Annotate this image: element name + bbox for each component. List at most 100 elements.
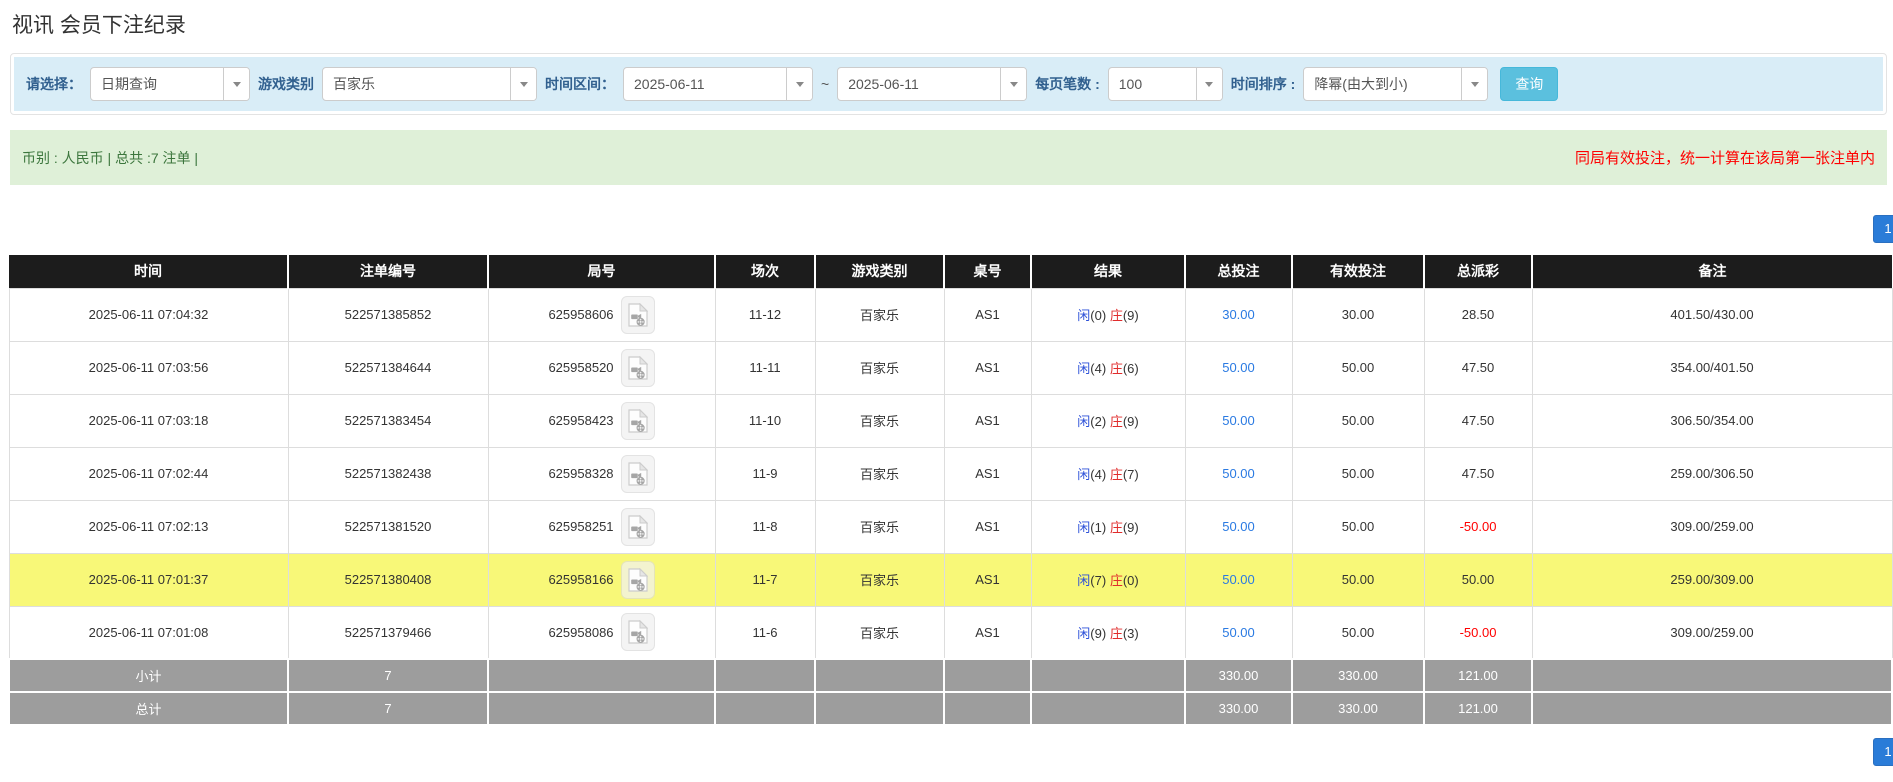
video-replay-button[interactable] bbox=[621, 613, 655, 651]
table-row: 2025-06-11 07:02:13522571381520625958251… bbox=[9, 500, 1892, 553]
cell-result: 闲(0) 庄(9) bbox=[1031, 288, 1185, 341]
table-header-row: 时间注单编号局号场次游戏类别桌号结果总投注有效投注总派彩备注 bbox=[9, 255, 1892, 288]
video-file-icon bbox=[628, 620, 648, 644]
cell-payout: 47.50 bbox=[1424, 341, 1532, 394]
cell-bet-id: 522571384644 bbox=[288, 341, 488, 394]
game-type-label: 游戏类别 bbox=[258, 74, 314, 94]
cell-time: 2025-06-11 07:03:56 bbox=[9, 341, 288, 394]
round-number: 625958251 bbox=[548, 519, 613, 534]
result-banker-score: (7) bbox=[1123, 467, 1139, 482]
page-1-button[interactable]: 1 bbox=[1873, 215, 1893, 243]
date-separator: ~ bbox=[821, 76, 829, 92]
result-player-score: (0) bbox=[1090, 308, 1106, 323]
pagination-top: 1 bbox=[0, 215, 1893, 243]
cell-total-bet: 50.00 bbox=[1185, 606, 1292, 659]
col-header-round: 局号 bbox=[488, 255, 715, 288]
table-row: 2025-06-11 07:03:56522571384644 625958520… bbox=[9, 341, 1892, 394]
total-bet-link[interactable]: 50.00 bbox=[1222, 625, 1255, 640]
page-size-select[interactable]: 100 bbox=[1108, 67, 1223, 101]
cell-result: 闲(9) 庄(3) bbox=[1031, 606, 1185, 659]
cell-bet-id: 522571381520 bbox=[288, 500, 488, 553]
date-to-select[interactable]: 2025-06-11 bbox=[837, 67, 1027, 101]
table-row: 2025-06-11 07:01:37522571380408625958166… bbox=[9, 553, 1892, 606]
cell-time: 2025-06-11 07:04:32 bbox=[9, 288, 288, 341]
total-game-type bbox=[815, 692, 944, 725]
total-bet-link[interactable]: 50.00 bbox=[1222, 360, 1255, 375]
result-banker: 庄 bbox=[1110, 308, 1123, 323]
pagination-bottom: 1 bbox=[0, 738, 1893, 766]
result-banker-score: (9) bbox=[1123, 308, 1139, 323]
cell-game-type: 百家乐 bbox=[815, 447, 944, 500]
cell-valid-bet: 50.00 bbox=[1292, 500, 1424, 553]
subtotal-game-type bbox=[815, 659, 944, 692]
video-replay-button[interactable] bbox=[621, 402, 655, 440]
query-type-select[interactable]: 日期查询 bbox=[90, 67, 250, 101]
video-replay-button[interactable] bbox=[621, 561, 655, 599]
total-time: 总计 bbox=[9, 692, 288, 725]
cell-total-bet: 50.00 bbox=[1185, 500, 1292, 553]
filter-panel: 请选择： 日期查询 游戏类别 百家乐 时间区间： 2025-06-11 ~ 20… bbox=[10, 53, 1887, 115]
total-payout: 121.00 bbox=[1424, 692, 1532, 725]
cell-table-no: AS1 bbox=[944, 341, 1031, 394]
result-player-score: (7) bbox=[1090, 573, 1106, 588]
result-player-score: (2) bbox=[1090, 414, 1106, 429]
cell-time: 2025-06-11 07:02:44 bbox=[9, 447, 288, 500]
subtotal-result bbox=[1031, 659, 1185, 692]
total-bet-link[interactable]: 50.00 bbox=[1222, 572, 1255, 587]
col-header-remark: 备注 bbox=[1532, 255, 1892, 288]
subtotal-session bbox=[715, 659, 815, 692]
cell-table-no: AS1 bbox=[944, 394, 1031, 447]
subtotal-bet-id: 7 bbox=[288, 659, 488, 692]
round-number: 625958423 bbox=[548, 413, 613, 428]
video-file-icon bbox=[628, 462, 648, 486]
game-type-select[interactable]: 百家乐 bbox=[322, 67, 537, 101]
cell-remark: 306.50/354.00 bbox=[1532, 394, 1892, 447]
date-from-select[interactable]: 2025-06-11 bbox=[623, 67, 813, 101]
cell-game-type: 百家乐 bbox=[815, 288, 944, 341]
round-number: 625958520 bbox=[548, 360, 613, 375]
cell-table-no: AS1 bbox=[944, 606, 1031, 659]
total-bet-link[interactable]: 50.00 bbox=[1222, 466, 1255, 481]
cell-session: 11-7 bbox=[715, 553, 815, 606]
page-size-label: 每页笔数 : bbox=[1035, 74, 1100, 94]
page-1-button[interactable]: 1 bbox=[1873, 738, 1893, 766]
video-file-icon bbox=[628, 568, 648, 592]
cell-session: 11-8 bbox=[715, 500, 815, 553]
table-row: 2025-06-11 07:01:08522571379466625958086… bbox=[9, 606, 1892, 659]
cell-remark: 354.00/401.50 bbox=[1532, 341, 1892, 394]
cell-payout: -50.00 bbox=[1424, 606, 1532, 659]
video-replay-button[interactable] bbox=[621, 296, 655, 334]
subtotal-valid-bet: 330.00 bbox=[1292, 659, 1424, 692]
table-row: 2025-06-11 07:02:44522571382438625958328… bbox=[9, 447, 1892, 500]
result-player: 闲 bbox=[1077, 520, 1090, 535]
cell-valid-bet: 50.00 bbox=[1292, 553, 1424, 606]
total-bet-link[interactable]: 50.00 bbox=[1222, 519, 1255, 534]
table-row: 2025-06-11 07:03:18522571383454625958423… bbox=[9, 394, 1892, 447]
query-type-label: 请选择： bbox=[26, 74, 82, 94]
subtotal-remark bbox=[1532, 659, 1892, 692]
total-bet-link[interactable]: 30.00 bbox=[1222, 307, 1255, 322]
sort-select[interactable]: 降幂(由大到小) bbox=[1303, 67, 1488, 101]
result-banker-score: (0) bbox=[1123, 573, 1139, 588]
cell-result: 闲(2) 庄(9) bbox=[1031, 394, 1185, 447]
col-header-table-no: 桌号 bbox=[944, 255, 1031, 288]
total-remark bbox=[1532, 692, 1892, 725]
cell-result: 闲(7) 庄(0) bbox=[1031, 553, 1185, 606]
cell-valid-bet: 50.00 bbox=[1292, 341, 1424, 394]
cell-table-no: AS1 bbox=[944, 447, 1031, 500]
cell-valid-bet: 30.00 bbox=[1292, 288, 1424, 341]
video-replay-button[interactable] bbox=[621, 349, 655, 387]
video-file-icon bbox=[628, 515, 648, 539]
video-replay-button[interactable] bbox=[621, 455, 655, 493]
result-banker: 庄 bbox=[1110, 361, 1123, 376]
result-banker-score: (9) bbox=[1123, 520, 1139, 535]
total-bet-link[interactable]: 50.00 bbox=[1222, 413, 1255, 428]
video-file-icon bbox=[628, 409, 648, 433]
cell-total-bet: 50.00 bbox=[1185, 553, 1292, 606]
search-button[interactable]: 查询 bbox=[1500, 67, 1558, 101]
cell-total-bet: 50.00 bbox=[1185, 394, 1292, 447]
subtotal-total-bet: 330.00 bbox=[1185, 659, 1292, 692]
video-replay-button[interactable] bbox=[621, 508, 655, 546]
cell-remark: 309.00/259.00 bbox=[1532, 606, 1892, 659]
total-total-bet: 330.00 bbox=[1185, 692, 1292, 725]
